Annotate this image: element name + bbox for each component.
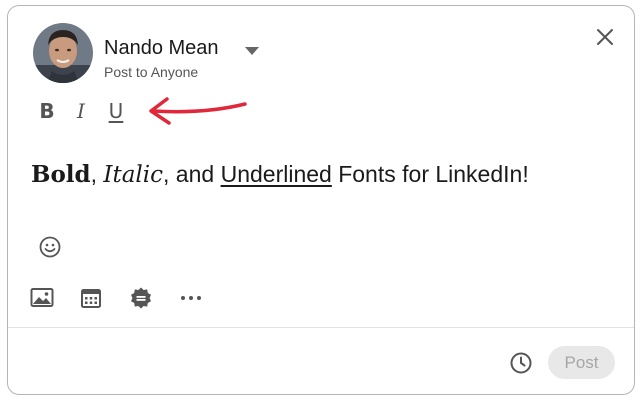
caret-down-icon[interactable] <box>243 45 261 57</box>
badge-icon <box>131 287 151 309</box>
smiley-icon[interactable] <box>38 235 62 259</box>
bold-text: Bold <box>31 161 91 188</box>
close-icon <box>597 29 613 45</box>
footer-divider <box>8 327 634 328</box>
underlined-text: Underlined <box>220 161 332 187</box>
more-icon <box>181 296 201 300</box>
text-separator: , and <box>163 161 221 187</box>
share-post-modal: Nando Mean Post to Anyone B I U Bold, It… <box>7 5 635 395</box>
more-options-button[interactable] <box>178 285 204 311</box>
post-button[interactable]: Post <box>548 346 615 379</box>
avatar-photo <box>33 23 93 83</box>
close-button[interactable] <box>594 26 616 48</box>
text-rest: Fonts for LinkedIn! <box>331 161 529 187</box>
post-text-editor[interactable]: Bold, Italic, and Underlined Fonts for L… <box>31 161 529 188</box>
avatar <box>33 23 93 83</box>
post-visibility[interactable]: Post to Anyone <box>104 64 198 80</box>
celebrate-button[interactable] <box>128 285 154 311</box>
create-event-button[interactable] <box>78 285 104 311</box>
clock-icon[interactable] <box>509 351 533 375</box>
text-separator: , <box>90 161 104 187</box>
calendar-icon <box>81 289 101 308</box>
italic-text: Italic <box>103 162 164 188</box>
italic-button[interactable]: I <box>69 98 93 124</box>
author-name[interactable]: Nando Mean <box>104 37 219 60</box>
bold-button[interactable]: B <box>35 98 59 124</box>
add-photo-button[interactable] <box>29 285 55 311</box>
underline-button[interactable]: U <box>104 98 128 124</box>
red-arrow-icon <box>149 97 247 125</box>
image-icon <box>30 288 54 307</box>
